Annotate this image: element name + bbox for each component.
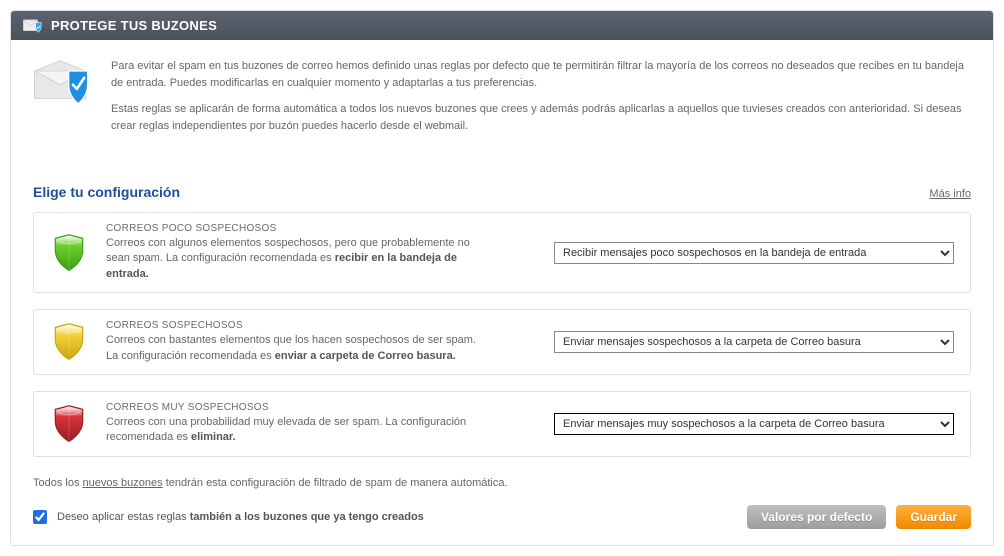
rule-action-select[interactable]: Enviar mensajes sospechosos a la carpeta…: [554, 331, 954, 353]
more-info-link[interactable]: Más info: [929, 188, 971, 200]
rule-title: CORREOS POCO SOSPECHOSOS: [106, 223, 486, 234]
rule-text: CORREOS SOSPECHOSOS Correos con bastante…: [106, 320, 486, 364]
rule-block: CORREOS POCO SOSPECHOSOS Correos con alg…: [33, 212, 971, 293]
rule-action-select[interactable]: Recibir mensajes poco sospechosos en la …: [554, 242, 954, 264]
footer-note-pre: Todos los: [33, 477, 83, 489]
rule-desc-bold: eliminar.: [191, 431, 236, 443]
save-button[interactable]: Guardar: [896, 505, 971, 529]
rule-action-select[interactable]: Enviar mensajes muy sospechosos a la car…: [554, 413, 954, 435]
rule-description: Correos con una probabilidad muy elevada…: [106, 415, 486, 446]
rule-description: Correos con bastantes elementos que los …: [106, 333, 486, 364]
rule-text: CORREOS POCO SOSPECHOSOS Correos con alg…: [106, 223, 486, 282]
panel-title: PROTEGE TUS BUZONES: [51, 18, 217, 33]
intro-paragraph-1: Para evitar el spam en tus buzones de co…: [111, 58, 973, 91]
intro-text: Para evitar el spam en tus buzones de co…: [111, 58, 973, 144]
rule-select-wrap: Recibir mensajes poco sospechosos en la …: [504, 242, 954, 264]
rule-title: CORREOS SOSPECHOSOS: [106, 320, 486, 331]
rule-select-wrap: Enviar mensajes muy sospechosos a la car…: [504, 413, 954, 435]
rule-desc-pre: Correos con una probabilidad muy elevada…: [106, 416, 466, 443]
protect-mailboxes-panel: PROTEGE TUS BUZONES Para evitar el spam …: [10, 10, 994, 546]
rule-block: CORREOS MUY SOSPECHOSOS Correos con una …: [33, 391, 971, 457]
envelope-shield-icon: [31, 58, 91, 108]
footer-actions: Deseo aplicar estas reglas también a los…: [11, 499, 993, 545]
rule-desc-bold: enviar a carpeta de Correo basura.: [275, 350, 456, 362]
apply-label-bold: también a los buzones que ya tengo cread…: [190, 511, 424, 523]
intro-paragraph-2: Estas reglas se aplicarán de forma autom…: [111, 101, 973, 134]
rule-text: CORREOS MUY SOSPECHOSOS Correos con una …: [106, 402, 486, 446]
defaults-button[interactable]: Valores por defecto: [747, 505, 886, 529]
section-header-row: Elige tu configuración Más info: [11, 156, 993, 206]
rule-block: CORREOS SOSPECHOSOS Correos con bastante…: [33, 309, 971, 375]
shield-icon: [50, 321, 88, 363]
apply-label-pre: Deseo aplicar estas reglas: [57, 511, 190, 523]
intro-section: Para evitar el spam en tus buzones de co…: [11, 40, 993, 156]
shield-icon: [50, 403, 88, 445]
section-title: Elige tu configuración: [33, 184, 180, 200]
footer-note-post: tendrán esta configuración de filtrado d…: [163, 477, 508, 489]
apply-existing-checkbox[interactable]: [33, 510, 47, 524]
footer-note: Todos los nuevos buzones tendrán esta co…: [11, 473, 993, 499]
rule-select-wrap: Enviar mensajes sospechosos a la carpeta…: [504, 331, 954, 353]
mail-shield-icon: [23, 19, 41, 33]
panel-header: PROTEGE TUS BUZONES: [11, 11, 993, 40]
apply-existing-label[interactable]: Deseo aplicar estas reglas también a los…: [57, 511, 737, 523]
rule-description: Correos con algunos elementos sospechoso…: [106, 236, 486, 282]
footer-note-underline: nuevos buzones: [83, 477, 163, 489]
rule-title: CORREOS MUY SOSPECHOSOS: [106, 402, 486, 413]
shield-icon: [50, 232, 88, 274]
